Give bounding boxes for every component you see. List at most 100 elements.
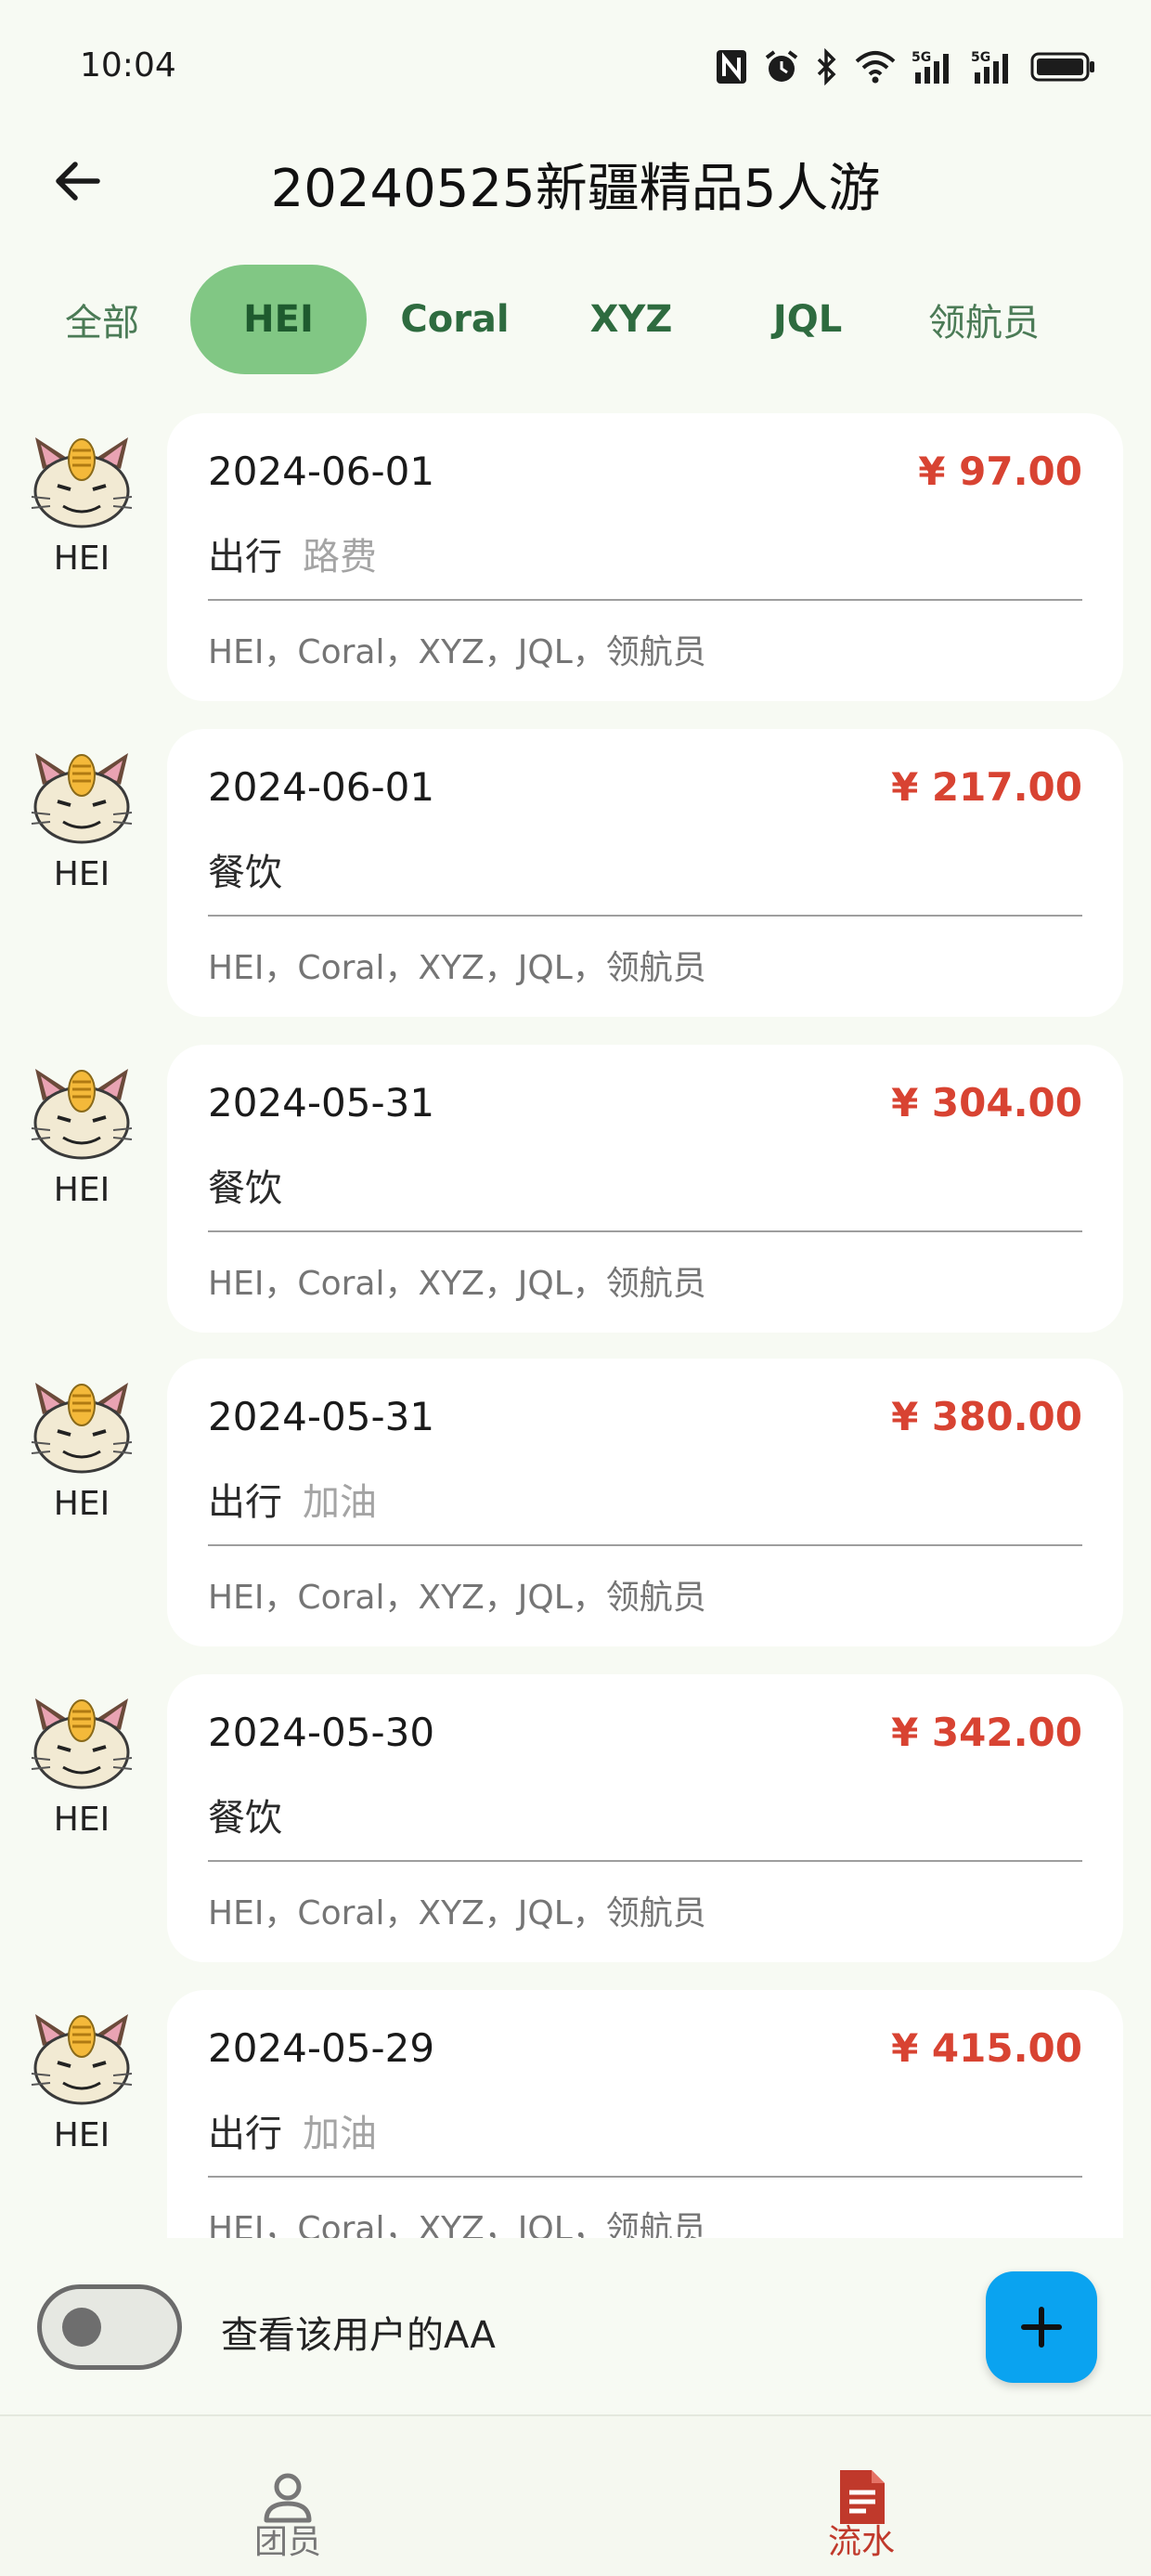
aa-toggle-row: 查看该用户的AA — [0, 2266, 1151, 2387]
category-label: 出行 — [208, 2113, 282, 2155]
subcategory-label: 路费 — [303, 536, 377, 579]
tab-all[interactable]: 全部 — [14, 265, 190, 374]
payer-name: HEI — [53, 855, 110, 893]
meowth-avatar-icon — [31, 753, 133, 844]
status-time: 10:04 — [80, 46, 176, 85]
bottom-nav: 团员 流水 — [0, 2414, 1151, 2576]
status-icons: 5G 5G — [715, 47, 1095, 89]
nav-flow[interactable]: 流水 — [722, 2416, 1001, 2576]
payer: HEI — [26, 748, 137, 893]
payer-name: HEI — [53, 1485, 110, 1523]
bluetooth-icon — [815, 47, 839, 89]
app-bar: 20240525新疆精品5人游 — [0, 130, 1151, 232]
divider — [208, 599, 1082, 601]
tab-coral[interactable]: Coral — [367, 265, 543, 374]
divider — [208, 1544, 1082, 1546]
record-members: HEI，Coral，XYZ，JQL，领航员 — [208, 633, 706, 671]
signal-5g-icon: 5G — [912, 48, 956, 89]
page-title: 20240525新疆精品5人游 — [270, 159, 881, 219]
record-members: HEI，Coral，XYZ，JQL，领航员 — [208, 949, 706, 987]
nav-flow-label: 流水 — [827, 2523, 895, 2561]
nav-members[interactable]: 团员 — [149, 2416, 427, 2576]
record-category: 出行 加油 — [208, 2103, 377, 2157]
record-amount: ¥ 217.00 — [891, 764, 1082, 810]
category-label: 餐饮 — [208, 1167, 282, 1210]
payer-name: HEI — [53, 2116, 110, 2154]
divider — [208, 915, 1082, 917]
tab-jql[interactable]: JQL — [719, 265, 896, 374]
meowth-avatar-icon — [31, 1383, 133, 1474]
record-card[interactable]: 2024-05-31 ¥ 380.00 出行 加油 HEI，Coral，XYZ，J… — [167, 1359, 1123, 1646]
record-date: 2024-05-31 — [208, 1394, 435, 1439]
record-members: HEI，Coral，XYZ，JQL，领航员 — [208, 2210, 706, 2238]
plus-icon — [1021, 2307, 1062, 2348]
divider — [208, 1860, 1082, 1862]
payer: HEI — [26, 2009, 137, 2154]
record-category: 餐饮 — [208, 842, 303, 896]
record-card[interactable]: 2024-05-29 ¥ 415.00 出行 加油 HEI，Coral，XYZ，J… — [167, 1990, 1123, 2238]
record-members: HEI，Coral，XYZ，JQL，领航员 — [208, 1894, 706, 1932]
meowth-avatar-icon — [31, 1069, 133, 1160]
divider — [208, 1230, 1082, 1232]
record-date: 2024-06-01 — [208, 764, 435, 810]
category-label: 餐饮 — [208, 1797, 282, 1840]
record-amount: ¥ 415.00 — [891, 2025, 1082, 2071]
record-row[interactable]: HEI 2024-05-31 ¥ 380.00 出行 加油 HEI，Coral，X… — [0, 1359, 1151, 1646]
payer: HEI — [26, 1063, 137, 1209]
record-category: 出行 路费 — [208, 527, 377, 580]
battery-icon — [1030, 48, 1095, 89]
payer-name: HEI — [53, 1171, 110, 1209]
add-record-button[interactable] — [986, 2271, 1097, 2383]
record-card[interactable]: 2024-05-30 ¥ 342.00 餐饮 HEI，Coral，XYZ，JQL… — [167, 1674, 1123, 1962]
tab-hei[interactable]: HEI — [190, 265, 367, 374]
subcategory-label: 加油 — [303, 1481, 377, 1524]
record-category: 餐饮 — [208, 1788, 303, 1841]
record-row[interactable]: HEI 2024-05-30 ¥ 342.00 餐饮 HEI，Coral，XYZ… — [0, 1674, 1151, 1962]
record-amount: ¥ 97.00 — [918, 449, 1082, 494]
nav-members-label: 团员 — [253, 2523, 321, 2561]
meowth-avatar-icon — [31, 1698, 133, 1789]
record-row[interactable]: HEI 2024-06-01 ¥ 217.00 餐饮 HEI，Coral，XYZ… — [0, 729, 1151, 1017]
record-date: 2024-05-30 — [208, 1710, 435, 1755]
record-amount: ¥ 380.00 — [891, 1394, 1082, 1439]
record-card[interactable]: 2024-06-01 ¥ 97.00 出行 路费 HEI，Coral，XYZ，JQ… — [167, 413, 1123, 701]
record-row[interactable]: HEI 2024-06-01 ¥ 97.00 出行 路费 HEI，Coral，XY… — [0, 413, 1151, 701]
category-label: 出行 — [208, 536, 282, 579]
signal-5g-icon: 5G — [971, 48, 1015, 89]
subcategory-label: 加油 — [303, 2113, 377, 2155]
svg-text:5G: 5G — [912, 50, 931, 65]
nfc-icon — [715, 48, 748, 89]
category-label: 出行 — [208, 1481, 282, 1524]
payer: HEI — [26, 432, 137, 578]
divider — [208, 2176, 1082, 2178]
aa-toggle-switch[interactable] — [37, 2284, 182, 2370]
record-card[interactable]: 2024-05-31 ¥ 304.00 餐饮 HEI，Coral，XYZ，JQL… — [167, 1045, 1123, 1333]
record-members: HEI，Coral，XYZ，JQL，领航员 — [208, 1265, 706, 1303]
meowth-avatar-icon — [31, 2014, 133, 2105]
aa-toggle-label: 查看该用户的AA — [221, 2314, 496, 2357]
tab-navigator[interactable]: 领航员 — [896, 265, 1072, 374]
tab-xyz[interactable]: XYZ — [543, 265, 719, 374]
payer: HEI — [26, 1693, 137, 1839]
record-row[interactable]: HEI 2024-05-31 ¥ 304.00 餐饮 HEI，Coral，XYZ… — [0, 1045, 1151, 1333]
payer-name: HEI — [53, 540, 110, 578]
svg-text:5G: 5G — [971, 50, 990, 65]
member-filter-tabs: 全部 HEI Coral XYZ JQL 领航员 — [0, 265, 1151, 385]
record-amount: ¥ 304.00 — [891, 1080, 1082, 1125]
record-amount: ¥ 342.00 — [891, 1710, 1082, 1755]
payer: HEI — [26, 1377, 137, 1523]
record-card[interactable]: 2024-06-01 ¥ 217.00 餐饮 HEI，Coral，XYZ，JQL… — [167, 729, 1123, 1017]
status-bar: 10:04 5G 5G — [0, 0, 1151, 130]
record-category: 出行 加油 — [208, 1472, 377, 1526]
record-list[interactable]: HEI 2024-06-01 ¥ 97.00 出行 路费 HEI，Coral，XY… — [0, 413, 1151, 2238]
category-label: 餐饮 — [208, 852, 282, 894]
toggle-knob — [62, 2308, 101, 2347]
record-date: 2024-06-01 — [208, 449, 435, 494]
wifi-icon — [854, 48, 897, 89]
payer-name: HEI — [53, 1801, 110, 1839]
record-members: HEI，Coral，XYZ，JQL，领航员 — [208, 1579, 706, 1617]
alarm-icon — [763, 48, 800, 89]
meowth-avatar-icon — [31, 437, 133, 528]
record-date: 2024-05-29 — [208, 2025, 435, 2071]
record-row[interactable]: HEI 2024-05-29 ¥ 415.00 出行 加油 HEI，Coral，X… — [0, 1990, 1151, 2238]
